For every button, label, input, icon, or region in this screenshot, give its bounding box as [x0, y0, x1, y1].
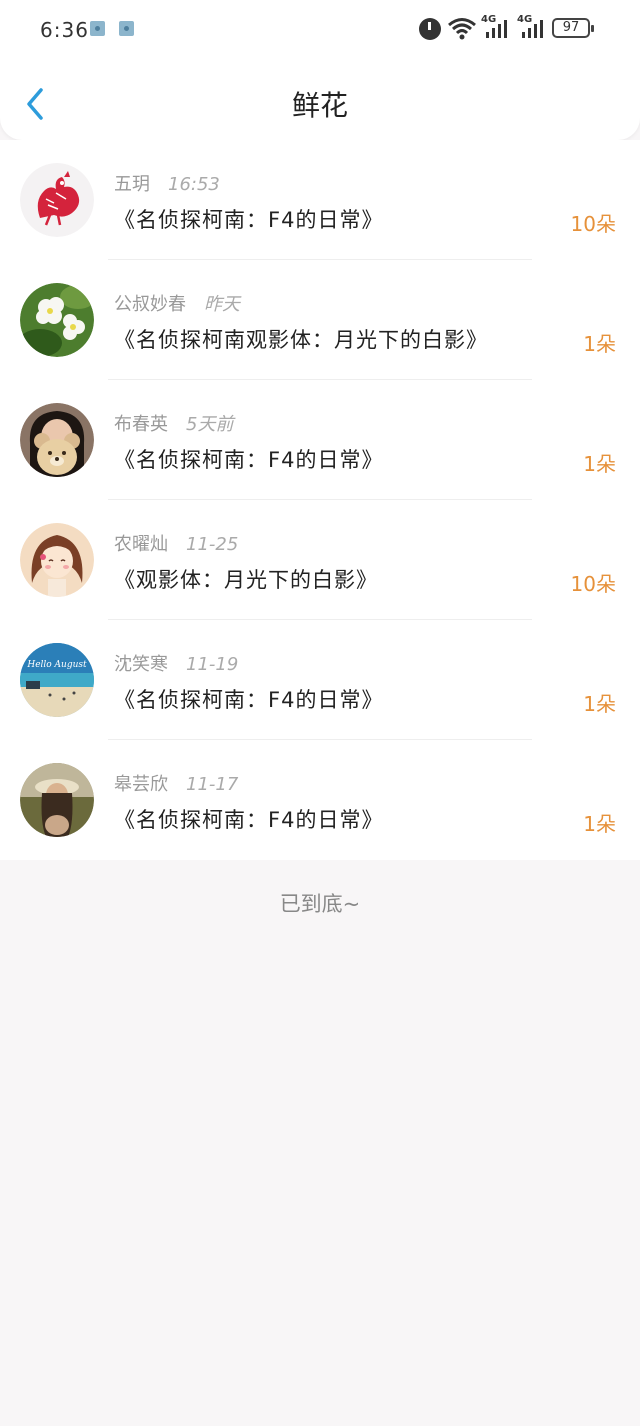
sender-meta: 布春英 5天前 — [114, 410, 233, 436]
wifi-icon — [448, 18, 476, 40]
send-time: 11-25 — [186, 534, 239, 555]
avatar-caption: Hello August — [26, 660, 87, 670]
flower-count: 10朵 — [570, 212, 616, 236]
list-item[interactable]: 公叔妙春 昨天 《名侦探柯南观影体：月光下的白影》 1朵 — [0, 260, 640, 380]
signal-icon — [486, 18, 510, 38]
work-title: 《名侦探柯南：F4的日常》 — [114, 208, 384, 232]
send-time: 11-17 — [186, 774, 239, 795]
flower-count: 10朵 — [570, 572, 616, 596]
page-title: 鲜花 — [291, 89, 348, 122]
list-item[interactable]: 五玥 16:53 《名侦探柯南：F4的日常》 10朵 — [0, 140, 640, 260]
battery-indicator: 97 — [552, 18, 594, 38]
work-title: 《观影体：月光下的白影》 — [114, 568, 378, 592]
status-bar: 6:36 4G 4G 97 — [0, 0, 640, 60]
signal-icon — [522, 18, 546, 38]
status-time: 6:36 — [40, 18, 89, 42]
sender-name: 布春英 — [114, 414, 168, 435]
sender-meta: 皋芸欣 11-17 — [114, 770, 238, 796]
flower-count: 1朵 — [583, 452, 616, 476]
avatar[interactable] — [20, 403, 94, 477]
top-bar: 6:36 4G 4G 97 鲜花 — [0, 0, 640, 140]
notification-icon — [90, 21, 105, 36]
end-of-list-text: 已到底~ — [279, 892, 361, 916]
flower-count: 1朵 — [583, 332, 616, 356]
list-item[interactable]: 农曜灿 11-25 《观影体：月光下的白影》 10朵 — [0, 500, 640, 620]
sender-meta: 沈笑寒 11-19 — [114, 650, 238, 676]
sender-name: 公叔妙春 — [114, 294, 186, 315]
send-time: 昨天 — [204, 294, 240, 315]
flower-count: 1朵 — [583, 692, 616, 716]
work-title: 《名侦探柯南：F4的日常》 — [114, 448, 384, 472]
flower-count: 1朵 — [583, 812, 616, 836]
work-title: 《名侦探柯南：F4的日常》 — [114, 688, 384, 712]
sender-name: 皋芸欣 — [114, 774, 168, 795]
list-item[interactable]: Hello August 沈笑寒 11-19 《名侦探柯南：F4的日常》 1朵 — [0, 620, 640, 740]
work-title: 《名侦探柯南观影体：月光下的白影》 — [114, 328, 488, 352]
alarm-icon — [419, 18, 441, 40]
sender-meta: 农曜灿 11-25 — [114, 530, 238, 556]
flower-list: 五玥 16:53 《名侦探柯南：F4的日常》 10朵 公叔妙春 昨天 《名侦探柯南观… — [0, 140, 640, 860]
work-title: 《名侦探柯南：F4的日常》 — [114, 808, 384, 832]
avatar[interactable]: Hello August — [20, 643, 94, 717]
send-time: 16:53 — [168, 174, 220, 195]
avatar[interactable] — [20, 763, 94, 837]
notification-icon — [119, 21, 134, 36]
sender-name: 五玥 — [114, 174, 150, 195]
sender-name: 农曜灿 — [114, 534, 168, 555]
avatar[interactable] — [20, 523, 94, 597]
sender-name: 沈笑寒 — [114, 654, 168, 675]
list-item[interactable]: 皋芸欣 11-17 《名侦探柯南：F4的日常》 1朵 — [0, 740, 640, 860]
sender-meta: 公叔妙春 昨天 — [114, 290, 240, 316]
avatar[interactable] — [20, 163, 94, 237]
send-time: 5天前 — [186, 414, 234, 435]
send-time: 11-19 — [186, 654, 239, 675]
list-item[interactable]: 布春英 5天前 《名侦探柯南：F4的日常》 1朵 — [0, 380, 640, 500]
avatar[interactable] — [20, 283, 94, 357]
sender-meta: 五玥 16:53 — [114, 170, 220, 196]
